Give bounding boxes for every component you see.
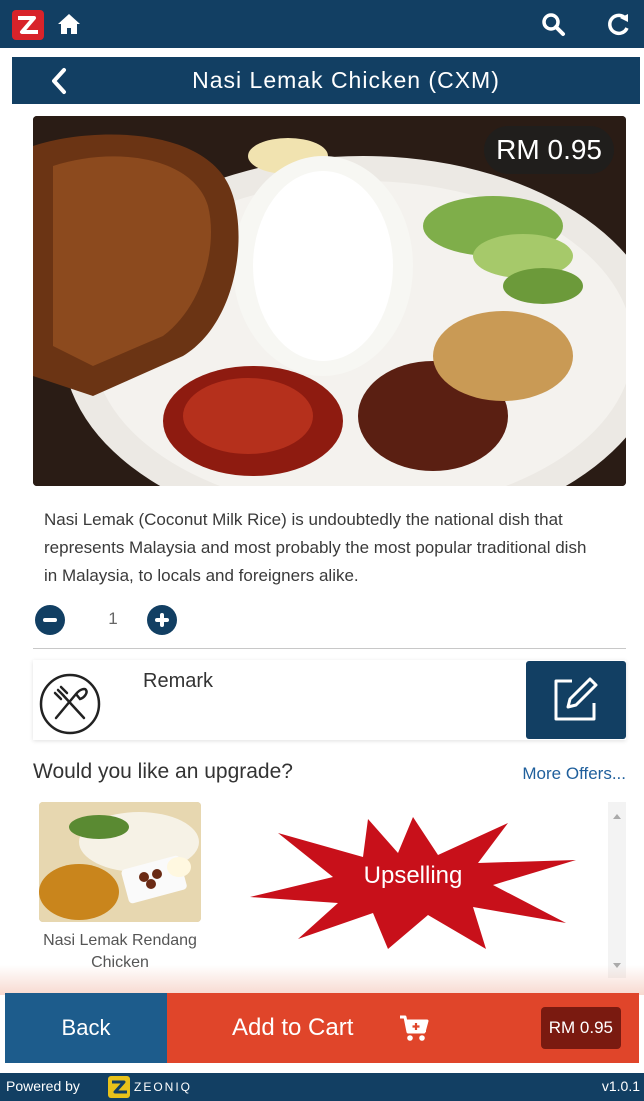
scroll-up-arrow-icon[interactable] [613,814,621,819]
brand-name: ZEONIQ [134,1080,193,1094]
edit-remark-button[interactable] [526,661,626,739]
add-to-cart-label: Add to Cart [232,1014,354,1041]
upsell-item[interactable]: Nasi Lemak Rendang Chicken [39,802,201,974]
upsell-scrollbar[interactable] [608,802,626,978]
upselling-label: Upselling [363,862,463,889]
price-badge: RM 0.95 [484,126,614,174]
action-bar-shadow [0,965,644,995]
quantity-stepper: 1 [35,605,185,635]
back-button[interactable]: Back [5,993,167,1063]
edit-icon [554,677,598,721]
product-description: Nasi Lemak (Coconut Milk Rice) is undoub… [44,510,587,585]
product-image: RM 0.95 [33,116,626,486]
top-bar [0,0,644,48]
upgrade-heading: Would you like an upgrade? [33,760,293,783]
page: Nasi Lemak Chicken (CXM) RM 0.95 Nasi Le… [0,0,644,1101]
zeoniq-logo-icon [108,1076,130,1098]
cutlery-icon [39,673,101,735]
upsell-item-image [39,802,201,922]
title-bar: Nasi Lemak Chicken (CXM) [12,57,640,104]
page-title: Nasi Lemak Chicken (CXM) [192,67,500,93]
back-chevron-icon[interactable] [48,67,70,95]
more-offers-link[interactable]: More Offers... [522,764,626,784]
increase-quantity-button[interactable] [147,605,177,635]
footer: Powered by ZEONIQ v1.0.1 [0,1073,644,1101]
remark-row[interactable]: Remark [33,660,626,740]
brand-logo-icon[interactable] [12,10,44,40]
divider [33,648,626,649]
add-to-cart-button[interactable]: Add to Cart [167,993,515,1063]
search-icon[interactable] [540,11,566,37]
home-icon[interactable] [56,12,82,36]
action-bar: Back Add to Cart RM 0.95 [5,993,639,1063]
refresh-icon[interactable] [606,11,632,37]
cart-total-badge: RM 0.95 [540,1007,621,1049]
version-label: v1.0.1 [601,1078,640,1094]
powered-by-label: Powered by [6,1078,80,1094]
quantity-value: 1 [108,609,118,628]
decrease-quantity-button[interactable] [35,605,65,635]
cart-icon [400,1015,429,1041]
remark-label: Remark [143,670,214,692]
